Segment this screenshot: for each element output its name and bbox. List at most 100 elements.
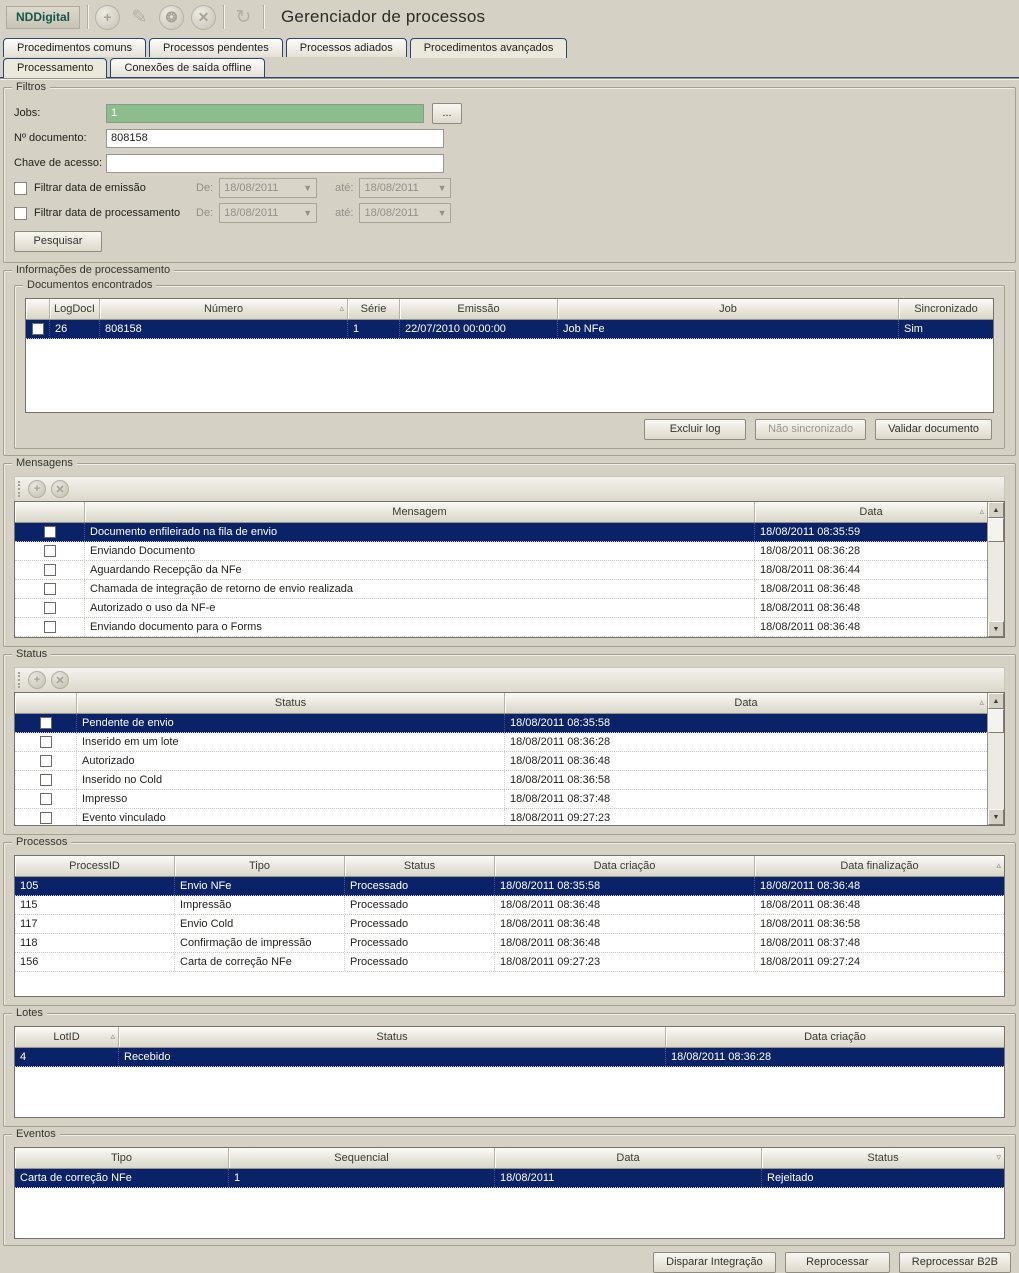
remove-icon[interactable]: ✕ xyxy=(51,671,69,689)
add-icon[interactable]: + xyxy=(28,671,46,689)
col-tipo[interactable]: Tipo xyxy=(15,1148,229,1168)
select-column-header[interactable] xyxy=(15,502,85,522)
col-processid[interactable]: ProcessID xyxy=(15,856,175,876)
vertical-scrollbar[interactable]: ▲ ▼ xyxy=(987,502,1004,637)
col-sequencial[interactable]: Sequencial xyxy=(229,1148,495,1168)
reprocess-b2b-button[interactable]: Reprocessar B2B xyxy=(898,1252,1011,1273)
filter-emission-date-checkbox[interactable] xyxy=(14,181,27,195)
col-status[interactable]: Status xyxy=(119,1027,666,1047)
table-row[interactable]: Evento vinculado 18/08/2011 09:27:23 xyxy=(15,809,987,825)
table-row[interactable]: 115 Impressão Processado 18/08/2011 08:3… xyxy=(15,896,1004,915)
row-checkbox[interactable] xyxy=(39,755,52,767)
document-number-input[interactable] xyxy=(106,128,444,148)
col-lotid[interactable]: LotID ▵ xyxy=(15,1027,119,1047)
tab-procedimentos-avancados[interactable]: Procedimentos avançados xyxy=(409,38,568,58)
scrollbar-track[interactable] xyxy=(988,733,1004,809)
vertical-scrollbar[interactable]: ▲ ▼ xyxy=(987,693,1004,825)
table-row[interactable]: Chamada de integração de retorno de envi… xyxy=(15,580,987,599)
table-row[interactable]: Autorizado o uso da NF-e 18/08/2011 08:3… xyxy=(15,599,987,618)
col-mensagem[interactable]: Mensagem xyxy=(85,502,755,522)
col-data-criacao[interactable]: Data criação xyxy=(495,856,755,876)
scroll-up-icon[interactable]: ▲ xyxy=(988,693,1004,709)
table-row[interactable]: Autorizado 18/08/2011 08:36:48 xyxy=(15,752,987,771)
col-numero[interactable]: Número ▵ xyxy=(100,299,348,319)
search-button[interactable]: Pesquisar xyxy=(14,230,102,252)
row-checkbox[interactable] xyxy=(43,526,56,538)
toolbar-grip[interactable] xyxy=(18,672,21,688)
table-row[interactable]: Carta de correção NFe 1 18/08/2011 Rejei… xyxy=(15,1169,1004,1188)
tab-processamento[interactable]: Processamento xyxy=(3,58,108,78)
processing-to-datepicker[interactable]: 18/08/2011 ▼ xyxy=(359,203,452,223)
scrollbar-thumb[interactable] xyxy=(988,518,1004,542)
reprocess-button[interactable]: Reprocessar xyxy=(784,1252,890,1273)
col-status[interactable]: Status ▿ xyxy=(762,1148,1004,1168)
row-checkbox[interactable] xyxy=(43,545,56,557)
col-logdoc[interactable]: LogDocI xyxy=(50,299,100,319)
row-checkbox[interactable] xyxy=(43,602,56,614)
table-row[interactable]: Inserido em um lote 18/08/2011 08:36:28 xyxy=(15,733,987,752)
col-data-criacao[interactable]: Data criação xyxy=(666,1027,1004,1047)
table-row[interactable]: Aguardando Recepção da NFe 18/08/2011 08… xyxy=(15,561,987,580)
toolbar-grip[interactable] xyxy=(18,481,21,497)
scroll-down-icon[interactable]: ▼ xyxy=(988,621,1004,637)
access-key-input[interactable] xyxy=(106,153,444,173)
row-checkbox[interactable] xyxy=(39,793,52,805)
not-synchronized-button[interactable]: Não sincronizado xyxy=(755,419,867,440)
col-emissao[interactable]: Emissão xyxy=(400,299,558,319)
table-row[interactable]: 156 Carta de correção NFe Processado 18/… xyxy=(15,953,1004,972)
select-column-header[interactable] xyxy=(26,299,50,319)
select-column-header[interactable] xyxy=(15,693,77,713)
row-checkbox[interactable] xyxy=(31,323,44,335)
table-row[interactable]: Inserido no Cold 18/08/2011 08:36:58 xyxy=(15,771,987,790)
edit-pencil-icon[interactable]: ✎ xyxy=(127,6,152,29)
row-checkbox[interactable] xyxy=(39,736,52,748)
jobs-browse-button[interactable]: ... xyxy=(432,102,462,124)
scroll-up-icon[interactable]: ▲ xyxy=(988,502,1004,518)
reprocess-icon[interactable]: ↻ xyxy=(231,6,256,29)
tab-processos-pendentes[interactable]: Processos pendentes xyxy=(148,38,283,57)
col-data[interactable]: Data ▵ xyxy=(755,502,987,522)
row-checkbox[interactable] xyxy=(39,812,52,824)
scrollbar-track[interactable] xyxy=(988,542,1004,621)
col-data-finalizacao[interactable]: Data finalização ▵ xyxy=(755,856,1004,876)
table-row[interactable]: Enviando documento para o Forms 18/08/20… xyxy=(15,618,987,637)
col-job[interactable]: Job xyxy=(558,299,899,319)
col-status[interactable]: Status xyxy=(345,856,495,876)
processing-from-datepicker[interactable]: 18/08/2011 ▼ xyxy=(219,203,318,223)
table-row[interactable]: Impresso 18/08/2011 08:37:48 xyxy=(15,790,987,809)
emission-from-datepicker[interactable]: 18/08/2011 ▼ xyxy=(219,178,318,198)
col-serie[interactable]: Série xyxy=(348,299,400,319)
table-row[interactable]: 118 Confirmação de impressão Processado … xyxy=(15,934,1004,953)
tab-procedimentos-comuns[interactable]: Procedimentos comuns xyxy=(3,38,146,57)
add-icon[interactable]: + xyxy=(95,4,120,30)
settings-gear-icon[interactable]: ❂ xyxy=(159,4,184,30)
filter-processing-date-checkbox[interactable] xyxy=(14,206,27,220)
table-row[interactable]: Documento enfileirado na fila de envio 1… xyxy=(15,523,987,542)
emission-to-datepicker[interactable]: 18/08/2011 ▼ xyxy=(359,178,452,198)
row-checkbox[interactable] xyxy=(43,621,56,633)
row-checkbox[interactable] xyxy=(39,774,52,786)
col-status[interactable]: Status xyxy=(77,693,505,713)
nddigital-brand-button[interactable]: NDDigital xyxy=(6,5,80,29)
table-row[interactable]: 4 Recebido 18/08/2011 08:36:28 xyxy=(15,1048,1004,1067)
col-sincronizado[interactable]: Sincronizado xyxy=(899,299,993,319)
scroll-down-icon[interactable]: ▼ xyxy=(988,809,1004,825)
col-data[interactable]: Data xyxy=(495,1148,762,1168)
tab-processos-adiados[interactable]: Processos adiados xyxy=(285,38,407,57)
tab-conexoes-saida-offline[interactable]: Conexões de saída offline xyxy=(110,58,266,77)
table-row[interactable]: Pendente de envio 18/08/2011 08:35:58 xyxy=(15,714,987,733)
table-row[interactable]: 105 Envio NFe Processado 18/08/2011 08:3… xyxy=(15,877,1004,896)
scrollbar-thumb[interactable] xyxy=(988,709,1004,733)
row-checkbox[interactable] xyxy=(39,717,52,729)
jobs-input[interactable] xyxy=(106,103,424,123)
add-icon[interactable]: + xyxy=(28,480,46,498)
trigger-integration-button[interactable]: Disparar Integração xyxy=(653,1252,776,1273)
table-row[interactable]: Enviando Documento 18/08/2011 08:36:28 xyxy=(15,542,987,561)
col-tipo[interactable]: Tipo xyxy=(175,856,345,876)
table-row[interactable]: 117 Envio Cold Processado 18/08/2011 08:… xyxy=(15,915,1004,934)
close-circle-icon[interactable]: ✕ xyxy=(191,4,216,30)
table-row[interactable]: 26 808158 1 22/07/2010 00:00:00 Job NFe … xyxy=(26,320,993,339)
delete-log-button[interactable]: Excluir log xyxy=(644,419,747,440)
remove-icon[interactable]: ✕ xyxy=(51,480,69,498)
row-checkbox[interactable] xyxy=(43,564,56,576)
